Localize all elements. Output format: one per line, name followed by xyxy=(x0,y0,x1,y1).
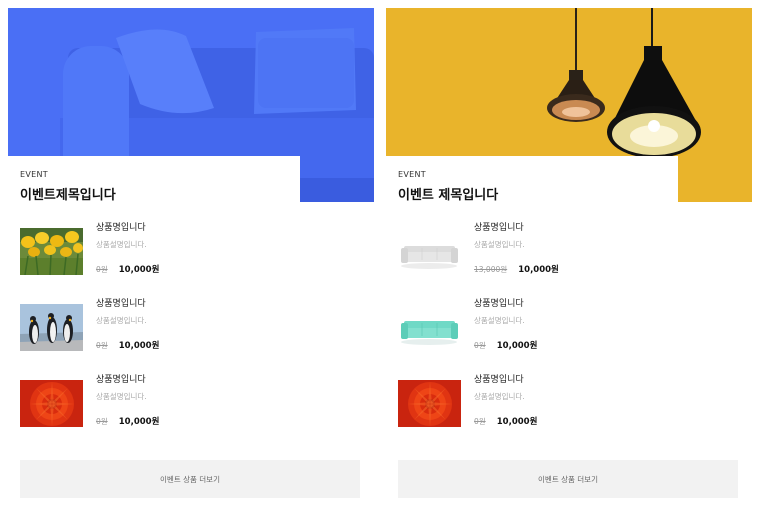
sale-price: 10,000원 xyxy=(118,265,160,275)
sale-price: 10,000원 xyxy=(518,265,559,275)
yellow-tulips-image xyxy=(20,228,83,275)
product-thumbnail[interactable] xyxy=(398,304,461,351)
product-price-row: 0원 10,000원 xyxy=(96,257,159,276)
original-price: 13,000원 xyxy=(474,265,508,274)
product-thumbnail[interactable] xyxy=(20,304,83,351)
event-title: 이벤트 제목입니다 xyxy=(398,188,499,203)
product-thumbnail[interactable] xyxy=(398,228,461,275)
product-price-row: 0원 10,000원 xyxy=(96,409,159,428)
sale-price: 10,000원 xyxy=(496,417,538,427)
product-name: 상품명입니다 xyxy=(474,375,524,385)
product-description: 상품설명입니다. xyxy=(96,392,147,401)
penguins-image xyxy=(20,304,83,351)
product-item[interactable]: 상품명입니다 상품설명입니다. 0원 10,000원 xyxy=(398,372,738,428)
product-description: 상품설명입니다. xyxy=(474,316,525,325)
original-price: 0원 xyxy=(96,417,108,426)
original-price: 0원 xyxy=(96,265,108,274)
more-event-products-button[interactable]: 이벤트 상품 더보기 xyxy=(398,460,738,498)
product-item[interactable]: 상품명입니다 상품설명입니다. 0원 10,000원 xyxy=(398,296,738,352)
product-description: 상품설명입니다. xyxy=(474,392,525,401)
product-thumbnail[interactable] xyxy=(20,380,83,427)
event-label: EVENT xyxy=(398,170,426,179)
product-item[interactable]: 상품명입니다 상품설명입니다. 0원 10,000원 xyxy=(20,220,360,276)
product-name: 상품명입니다 xyxy=(96,375,146,385)
product-name: 상품명입니다 xyxy=(474,299,524,309)
event-title-box: EVENT 이벤트 제목입니다 xyxy=(386,156,678,206)
event-title-box: EVENT 이벤트제목입니다 xyxy=(8,156,300,206)
product-description: 상품설명입니다. xyxy=(96,316,147,325)
event-title: 이벤트제목입니다 xyxy=(20,188,116,203)
original-price: 0원 xyxy=(474,341,486,350)
original-price: 0원 xyxy=(474,417,486,426)
product-price-row: 0원 10,000원 xyxy=(474,333,537,352)
product-item[interactable]: 상품명입니다 상품설명입니다. 0원 10,000원 xyxy=(20,296,360,352)
event-card-2: EVENT 이벤트 제목입니다 상품명입니다 상품설명입니다. 13,000원 … xyxy=(386,8,752,508)
white-sofa-image xyxy=(398,228,461,275)
mint-sofa-image xyxy=(398,304,461,351)
product-thumbnail[interactable] xyxy=(398,380,461,427)
product-description: 상품설명입니다. xyxy=(474,240,525,249)
product-thumbnail[interactable] xyxy=(20,228,83,275)
sale-price: 10,000원 xyxy=(496,341,538,351)
product-name: 상품명입니다 xyxy=(474,223,524,233)
sale-price: 10,000원 xyxy=(118,417,160,427)
product-price-row: 0원 10,000원 xyxy=(474,409,537,428)
red-chrysanthemum-image xyxy=(398,380,461,427)
product-name: 상품명입니다 xyxy=(96,299,146,309)
event-label: EVENT xyxy=(20,170,48,179)
red-chrysanthemum-image xyxy=(20,380,83,427)
product-description: 상품설명입니다. xyxy=(96,240,147,249)
event-card-1: EVENT 이벤트제목입니다 상품명입니다 상품설명입니다. 0원 10,000… xyxy=(8,8,374,508)
product-name: 상품명입니다 xyxy=(96,223,146,233)
original-price: 0원 xyxy=(96,341,108,350)
product-price-row: 13,000원 10,000원 xyxy=(474,257,559,276)
sale-price: 10,000원 xyxy=(118,341,160,351)
product-item[interactable]: 상품명입니다 상품설명입니다. 13,000원 10,000원 xyxy=(398,220,738,276)
product-price-row: 0원 10,000원 xyxy=(96,333,159,352)
product-item[interactable]: 상품명입니다 상품설명입니다. 0원 10,000원 xyxy=(20,372,360,428)
more-event-products-button[interactable]: 이벤트 상품 더보기 xyxy=(20,460,360,498)
